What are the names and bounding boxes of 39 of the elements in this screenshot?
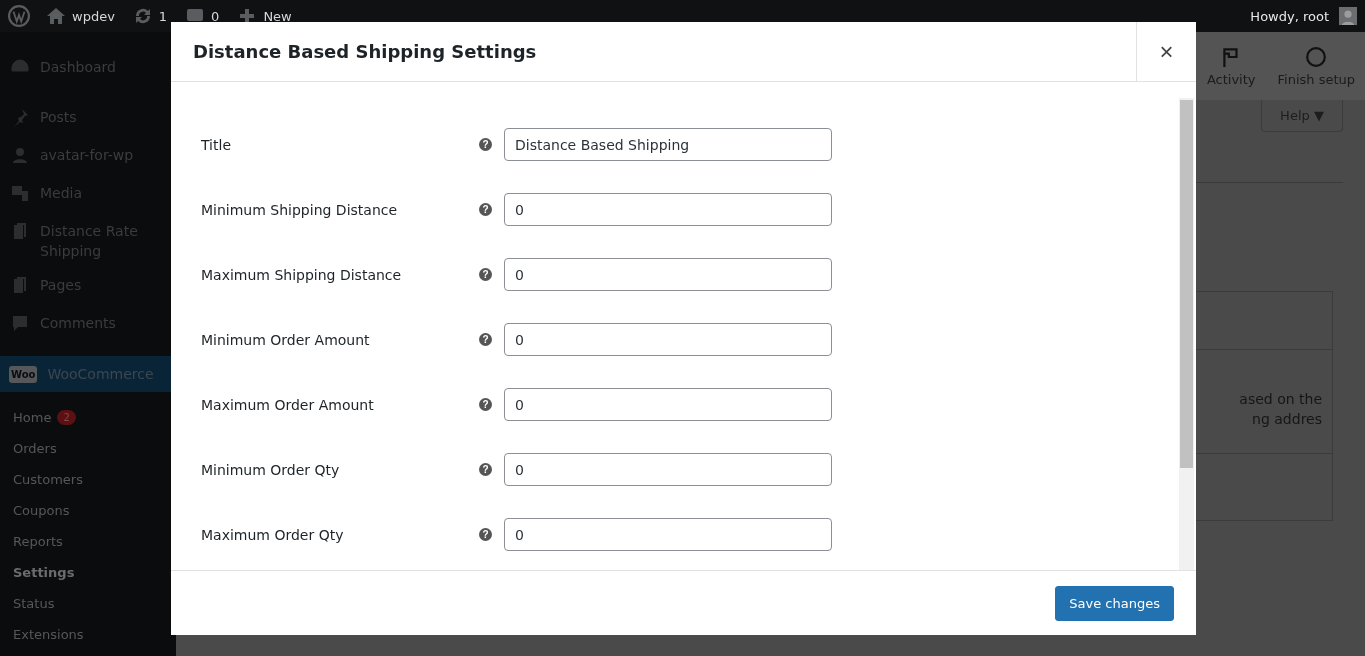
- field-label: Maximum Order Qty: [201, 526, 345, 543]
- media-icon: [10, 183, 30, 203]
- scrollbar[interactable]: [1179, 98, 1194, 570]
- help-tip[interactable]: ?: [479, 333, 492, 346]
- text-field[interactable]: 0: [504, 323, 832, 356]
- site-name-link[interactable]: wpdev: [72, 8, 115, 24]
- help-tip[interactable]: ?: [479, 398, 492, 411]
- woo-logo: Woo: [9, 365, 38, 383]
- help-tip[interactable]: ?: [479, 203, 492, 216]
- new-link[interactable]: New: [263, 8, 292, 24]
- circle-icon: [1305, 45, 1328, 68]
- text-field[interactable]: 0: [504, 258, 832, 291]
- help-tip[interactable]: ?: [479, 268, 492, 281]
- comments-count[interactable]: 0: [211, 8, 220, 24]
- field-label: Minimum Order Amount: [201, 331, 371, 348]
- avatar-icon: [1339, 7, 1357, 25]
- text-field[interactable]: 0: [504, 193, 832, 226]
- submenu-item[interactable]: Settings: [13, 565, 75, 580]
- count-badge: 2: [57, 410, 76, 425]
- field-label: Minimum Shipping Distance: [201, 201, 399, 218]
- text-field[interactable]: Distance Based Shipping: [504, 128, 832, 161]
- wordpress-logo-icon[interactable]: [8, 5, 30, 27]
- save-changes-button[interactable]: Save changes: [1055, 585, 1174, 621]
- text-field[interactable]: 0: [504, 453, 832, 486]
- user-icon: [10, 145, 30, 165]
- field-label: Maximum Shipping Distance: [201, 266, 403, 283]
- text-field[interactable]: 0: [504, 388, 832, 421]
- comment-icon: [10, 313, 30, 333]
- help-tip[interactable]: ?: [479, 528, 492, 541]
- updates-count[interactable]: 1: [158, 8, 168, 24]
- field-label: Maximum Order Amount: [201, 396, 375, 413]
- help-tip[interactable]: ?: [479, 463, 492, 476]
- field-label: Minimum Order Qty: [201, 461, 341, 478]
- field-label: Title: [201, 136, 232, 153]
- text-field[interactable]: 0: [504, 518, 832, 551]
- home-icon: [46, 6, 66, 26]
- help-tip[interactable]: ?: [479, 138, 492, 151]
- greeting-link[interactable]: Howdy, root: [1250, 8, 1329, 24]
- dialog-title: Distance Based Shipping Settings: [193, 41, 538, 62]
